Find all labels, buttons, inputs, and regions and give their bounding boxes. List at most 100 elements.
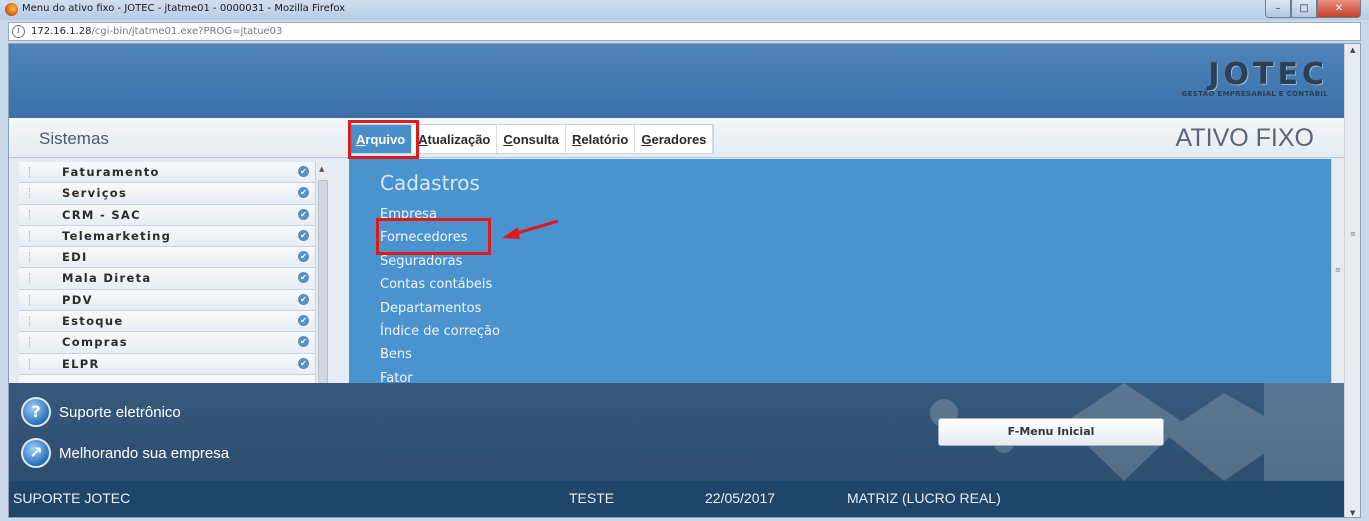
menu-atualizacao-rest: tualização — [427, 131, 491, 147]
sidebar-item-elpr[interactable]: ELPR ✔ — [19, 353, 315, 375]
url-text[interactable]: 172.16.1.28/cgi-bin/jtatme01.exe?PROG=jt… — [31, 26, 282, 37]
title-bar: Menu do ativo fixo - JOTEC - jtatme01 - … — [0, 0, 1369, 20]
annotation-box-arquivo — [348, 120, 419, 159]
check-icon: ✔ — [298, 336, 309, 348]
menu-geradores[interactable]: Geradores — [635, 125, 714, 153]
grip-icon — [29, 167, 31, 177]
maximize-button[interactable]: □ — [1291, 0, 1317, 18]
sidebar-item-label: Compras — [62, 335, 128, 350]
grip-icon — [29, 188, 31, 199]
panel-title: Cadastros — [380, 171, 480, 195]
f-menu-inicial-button[interactable]: F-Menu Inicial — [938, 418, 1164, 446]
annotation-box-fornecedores — [376, 218, 491, 255]
sidebar-scrollbar[interactable]: ▲ — [315, 162, 329, 384]
url-path: /cgi-bin/jtatme01.exe?PROG=jtatue03 — [91, 26, 283, 37]
site-info-icon[interactable]: i — [12, 25, 25, 38]
sidebar-item-label: PDV — [62, 292, 93, 307]
sidebar-item-label: EDI — [62, 250, 88, 265]
menu-geradores-rest: eradores — [651, 131, 707, 147]
sidebar-item-compras[interactable]: Compras ✔ — [19, 332, 315, 354]
sidebar-item-estoque[interactable]: Estoque ✔ — [19, 311, 315, 333]
growth-chart-icon: ↗ — [21, 438, 51, 468]
support-section: ? Suporte eletrônico ↗ Melhorando sua em… — [9, 383, 1344, 481]
status-support: SUPORTE JOTEC — [13, 490, 131, 506]
status-date: 22/05/2017 — [705, 490, 776, 506]
status-user: TESTE — [569, 490, 615, 506]
window-title: Menu do ativo fixo - JOTEC - jtatme01 - … — [22, 3, 346, 14]
sidebar-item-telemarketing[interactable]: Telemarketing ✔ — [19, 225, 315, 248]
sistemas-title: Sistemas — [39, 129, 109, 148]
systems-sidebar: Faturamento ✔ Serviços ✔ CRM - SAC ✔ Telema… — [19, 162, 315, 384]
grip-icon — [29, 294, 31, 305]
url-host: 172.16.1.28 — [31, 26, 92, 37]
submenu-item-departamentos[interactable]: Departamentos — [380, 297, 500, 320]
help-icon: ? — [21, 397, 51, 427]
sidebar-item-faturamento[interactable]: Faturamento ✔ — [19, 162, 315, 184]
page-content: JOTEC GESTÃO EMPRESARIAL E CONTÁBIL Sist… — [8, 43, 1361, 518]
check-icon: ✔ — [298, 357, 309, 369]
scroll-grip-icon: ≡ — [1350, 230, 1356, 238]
sidebar-item-label: ELPR — [62, 356, 100, 371]
submenu-item-contas-contabeis[interactable]: Contas contábeis — [380, 273, 500, 296]
close-button[interactable]: ✕ — [1317, 0, 1361, 18]
header-banner: JOTEC GESTÃO EMPRESARIAL E CONTÁBIL — [9, 44, 1344, 118]
sidebar-item-mala-direta[interactable]: Mala Direta ✔ — [19, 268, 315, 290]
sidebar-item-label: CRM - SAC — [62, 207, 141, 222]
grip-icon — [29, 252, 31, 263]
menu-atualizacao-hotkey: A — [418, 131, 428, 147]
submenu-item-indice-correcao[interactable]: Índice de correção — [380, 320, 500, 343]
menu-consulta-hotkey: C — [503, 131, 513, 147]
grip-icon — [29, 209, 31, 220]
scroll-up-icon[interactable]: ▲ — [319, 165, 324, 173]
sidebar-item-edi[interactable]: EDI ✔ — [19, 247, 315, 269]
check-icon: ✔ — [298, 251, 309, 263]
sidebar-item-label: Faturamento — [62, 165, 160, 179]
sidebar-item-label: Mala Direta — [62, 271, 152, 286]
improving-company-link[interactable]: ↗ Melhorando sua empresa — [21, 438, 229, 468]
logo-tagline: GESTÃO EMPRESARIAL E CONTÁBIL — [1181, 90, 1328, 98]
sidebar-item-servicos[interactable]: Serviços ✔ — [19, 183, 315, 205]
menu-geradores-hotkey: G — [641, 131, 652, 147]
window-controls: – □ ✕ — [1265, 0, 1361, 18]
submenu-item-bens[interactable]: Bens — [380, 343, 500, 366]
address-bar[interactable]: i 172.16.1.28/cgi-bin/jtatme01.exe?PROG=… — [8, 22, 1361, 41]
minimize-button[interactable]: – — [1265, 0, 1291, 18]
browser-window: Menu do ativo fixo - JOTEC - jtatme01 - … — [0, 0, 1369, 521]
grip-icon — [29, 358, 31, 369]
submenu-panel: Cadastros Empresa Fornecedores Segurador… — [349, 159, 1331, 386]
sidebar-item-label: Serviços — [62, 186, 128, 201]
menu-consulta[interactable]: Consulta — [497, 125, 566, 153]
menu-consulta-rest: onsulta — [512, 131, 559, 147]
logo-wordmark: JOTEC — [1208, 57, 1328, 92]
status-company: MATRIZ (LUCRO REAL) — [847, 490, 1001, 506]
check-icon: ✔ — [298, 208, 309, 220]
status-bar: SUPORTE JOTEC TESTE 22/05/2017 MATRIZ (L… — [9, 481, 1344, 517]
check-icon: ✔ — [298, 229, 309, 241]
grip-icon — [29, 316, 31, 327]
page-scrollbar[interactable]: ▲ ≡ ▼ — [1344, 44, 1360, 517]
annotation-arrow-icon — [502, 219, 559, 239]
improving-company-label: Melhorando sua empresa — [59, 444, 230, 462]
check-icon: ✔ — [298, 187, 309, 199]
scroll-down-icon[interactable]: ▼ — [1350, 509, 1355, 517]
check-icon: ✔ — [298, 166, 309, 177]
scroll-up-icon[interactable]: ▲ — [1350, 46, 1355, 54]
sidebar-item-crm-sac[interactable]: CRM - SAC ✔ — [19, 204, 315, 226]
sidebar-item-pdv[interactable]: PDV ✔ — [19, 289, 315, 312]
grip-icon — [29, 230, 31, 241]
sidebar-scroll-thumb[interactable] — [318, 180, 328, 384]
menu-atualizacao[interactable]: Atualização — [412, 125, 498, 153]
menu-relatorio-hotkey: R — [572, 131, 582, 147]
menu-relatorio-rest: elatório — [581, 131, 629, 147]
module-title: ATIVO FIXO — [1175, 124, 1314, 152]
check-icon: ✔ — [298, 272, 309, 284]
menu-header-bar: Sistemas Arquivo Atualização Consulta Re… — [9, 118, 1344, 159]
sidebar-item-label: Estoque — [62, 314, 124, 329]
firefox-icon — [5, 3, 18, 16]
grip-icon — [29, 273, 31, 284]
panel-scrollbar[interactable]: ≡ — [1331, 159, 1344, 383]
support-electronic-link[interactable]: ? Suporte eletrônico — [21, 397, 181, 427]
grip-icon — [29, 337, 31, 348]
menu-relatorio[interactable]: Relatório — [566, 125, 636, 153]
check-icon: ✔ — [298, 315, 309, 327]
